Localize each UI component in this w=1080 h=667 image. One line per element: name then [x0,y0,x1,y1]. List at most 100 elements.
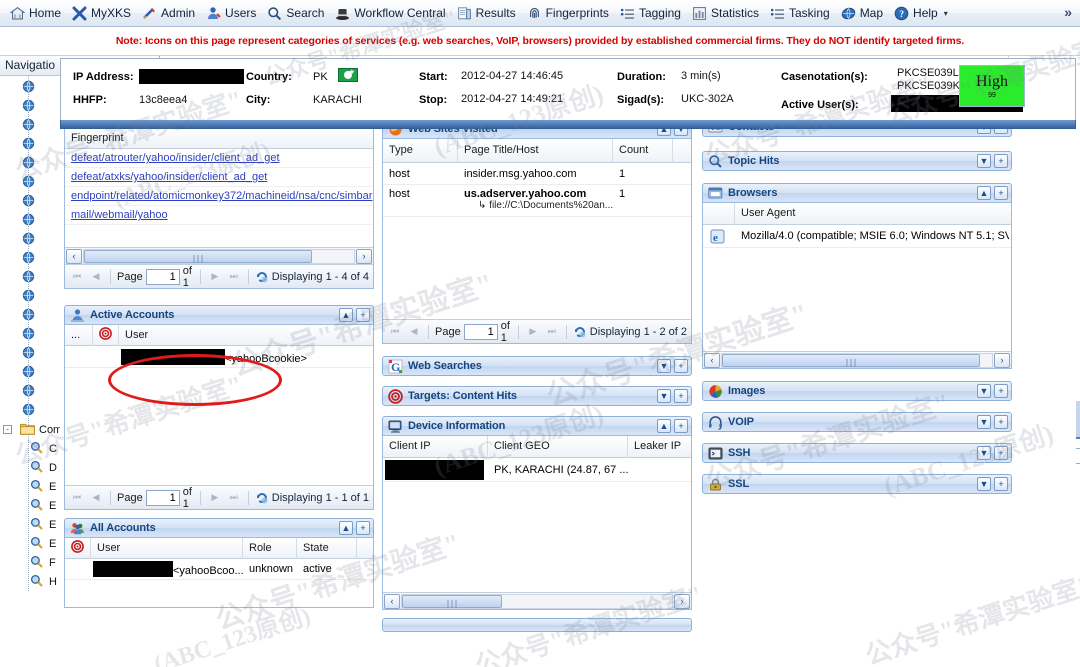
topic-hits-header-buttons[interactable]: ▼ + [977,154,1008,168]
chevron-down-icon[interactable]: ▾ [944,9,948,18]
web-sites-visited-header[interactable]: Web Sites Visited ▲ ▼ [382,129,692,139]
fingerprint-link[interactable]: mail/webmail/yahoo [65,209,168,221]
menu-item-myxks[interactable]: MyXKS [68,4,138,23]
table-row[interactable]: PK, KARACHI (24.87, 67 ... [383,458,691,482]
ssl-header[interactable]: SSL ▼ + [702,474,1012,494]
device-information-footer[interactable]: ‹ ∣∣∣ › [383,592,691,609]
fingerprint-row[interactable]: endpoint/related/atomicmonkey372/machine… [65,187,373,206]
collapse-button[interactable]: ▲ [339,521,353,535]
fingerprint-rows[interactable]: defeat/atrouter/yahoo/insider/client_ad_… [65,149,373,225]
pager-next-button[interactable]: ▶ [207,490,223,506]
active-accounts-pager[interactable]: ⏮ ◀ Page of 1 ▶ ⏭ [65,485,373,510]
fingerprint-row[interactable]: defeat/atxks/yahoo/insider/client_ad_get [65,168,373,187]
add-button[interactable]: + [674,359,688,373]
add-button[interactable]: + [994,129,1008,134]
menu-item-workflow-central[interactable]: Workflow Central [331,4,452,23]
scroll-thumb[interactable]: ∣∣∣ [722,353,980,367]
device-information-header[interactable]: Device Information ▲ + [382,416,692,436]
targets-content-hits-header-buttons[interactable]: ▼ + [657,389,688,403]
menu-item-tasking[interactable]: Tasking [766,4,837,23]
fingerprint-link[interactable]: defeat/atrouter/yahoo/insider/client_ad_… [65,152,280,164]
menu-item-results[interactable]: Results [453,4,523,23]
ssl-header-buttons[interactable]: ▼ + [977,477,1008,491]
add-button[interactable]: + [356,521,370,535]
collapse-button[interactable]: ▲ [657,419,671,433]
web-sites-pager[interactable]: ⏮ ◀ Page of 1 ▶ ⏭ [383,319,691,344]
expand-button[interactable]: ▼ [657,359,671,373]
voip-header-buttons[interactable]: ▼ + [977,415,1008,429]
browsers-header-buttons[interactable]: ▲ + [977,186,1008,200]
add-button[interactable]: + [674,389,688,403]
pager-first-button[interactable]: ⏮ [69,269,85,285]
topic-hits-header[interactable]: Topic Hits ▼ + [702,151,1012,171]
pager-last-button[interactable]: ⏭ [226,269,242,285]
scroll-left-button[interactable]: ‹ [66,248,82,264]
expand-button[interactable]: ▼ [977,446,991,460]
scroll-track[interactable]: ∣∣∣ [83,248,355,264]
all-accounts-header-buttons[interactable]: ▲ + [339,521,370,535]
active-accounts-header[interactable]: Active Accounts ▲ + [64,305,374,325]
expand-button[interactable]: ▼ [674,129,688,136]
fingerprint-row[interactable]: mail/webmail/yahoo [65,206,373,225]
expand-button[interactable]: ▼ [977,129,991,134]
refresh-icon[interactable] [255,270,269,284]
expand-button[interactable]: ▼ [657,389,671,403]
contacts-header[interactable]: Contacts ▼ + [702,129,1012,137]
pager-page-input[interactable] [145,268,180,285]
refresh-icon[interactable] [573,325,587,339]
add-button[interactable]: + [674,419,688,433]
menu-item-map[interactable]: Map [837,4,890,23]
refresh-icon[interactable] [255,491,269,505]
scroll-thumb[interactable]: ∣∣∣ [84,249,312,263]
fingerprint-pager[interactable]: ⏮ ◀ Page of 1 ▶ ⏭ Displaying 1 - 4 [65,264,373,289]
pager-last-button[interactable]: ⏭ [226,490,242,506]
table-row[interactable]: <yahooBcookie> [65,346,373,368]
voip-header[interactable]: VOIP ▼ + [702,412,1012,432]
expand-button[interactable]: ▼ [977,477,991,491]
scroll-left-button[interactable]: ‹ [384,593,400,609]
menu-item-users[interactable]: Users [202,4,263,23]
scroll-right-button[interactable]: › [994,352,1010,368]
scroll-thumb[interactable]: ∣∣∣ [402,594,502,608]
expand-button[interactable]: ▼ [977,415,991,429]
ssh-header-buttons[interactable]: ▼ + [977,446,1008,460]
browsers-footer[interactable]: ‹ ∣∣∣ › [703,351,1011,368]
scroll-left-button[interactable]: ‹ [704,352,720,368]
all-accounts-header[interactable]: All Accounts ▲ + [64,518,374,538]
images-header-buttons[interactable]: ▼ + [977,384,1008,398]
active-accounts-header-buttons[interactable]: ▲ + [339,308,370,322]
menu-item-fingerprints[interactable]: Fingerprints [523,4,616,23]
browsers-hscrollbar[interactable]: ‹ ∣∣∣ › [703,351,1011,368]
menu-item-tagging[interactable]: Tagging [616,4,688,23]
add-button[interactable]: + [994,384,1008,398]
pager-last-button[interactable]: ⏭ [544,324,560,340]
pager-prev-button[interactable]: ◀ [88,269,104,285]
images-header[interactable]: Images ▼ + [702,381,1012,401]
main-menu-bar[interactable]: Home MyXKS Admin Users Search Workflow Centra… [0,0,1080,27]
menu-item-help[interactable]: ? Help ▾ [890,4,955,23]
contacts-header-buttons[interactable]: ▼ + [977,129,1008,134]
menu-item-search[interactable]: Search [263,4,331,23]
partial-panel-header[interactable] [382,618,692,632]
pager-page-input[interactable] [463,323,498,340]
expand-button[interactable]: ▼ [977,154,991,168]
pager-first-button[interactable]: ⏮ [387,324,403,340]
expand-button[interactable]: ▼ [977,384,991,398]
web-searches-header[interactable]: G Web Searches ▼ + [382,356,692,376]
table-row[interactable]: host us.adserver.yahoo.com ↳ file://C:\D… [383,185,691,217]
active-accounts-footer[interactable]: ⏮ ◀ Page of 1 ▶ ⏭ [65,485,373,510]
menu-item-admin[interactable]: Admin [138,4,202,23]
menu-overflow-button[interactable]: » [1060,4,1076,20]
add-button[interactable]: + [994,154,1008,168]
ssh-header[interactable]: SSH ▼ + [702,443,1012,463]
add-button[interactable]: + [994,446,1008,460]
pager-prev-button[interactable]: ◀ [406,324,422,340]
add-button[interactable]: + [994,415,1008,429]
table-row[interactable]: host insider.msg.yahoo.com 1 [383,163,691,185]
scroll-track[interactable]: ∣∣∣ [401,593,673,609]
pager-next-button[interactable]: ▶ [525,324,541,340]
device-information-header-buttons[interactable]: ▲ + [657,419,688,433]
pager-prev-button[interactable]: ◀ [88,490,104,506]
web-searches-header-buttons[interactable]: ▼ + [657,359,688,373]
pager-page-input[interactable] [145,489,180,506]
